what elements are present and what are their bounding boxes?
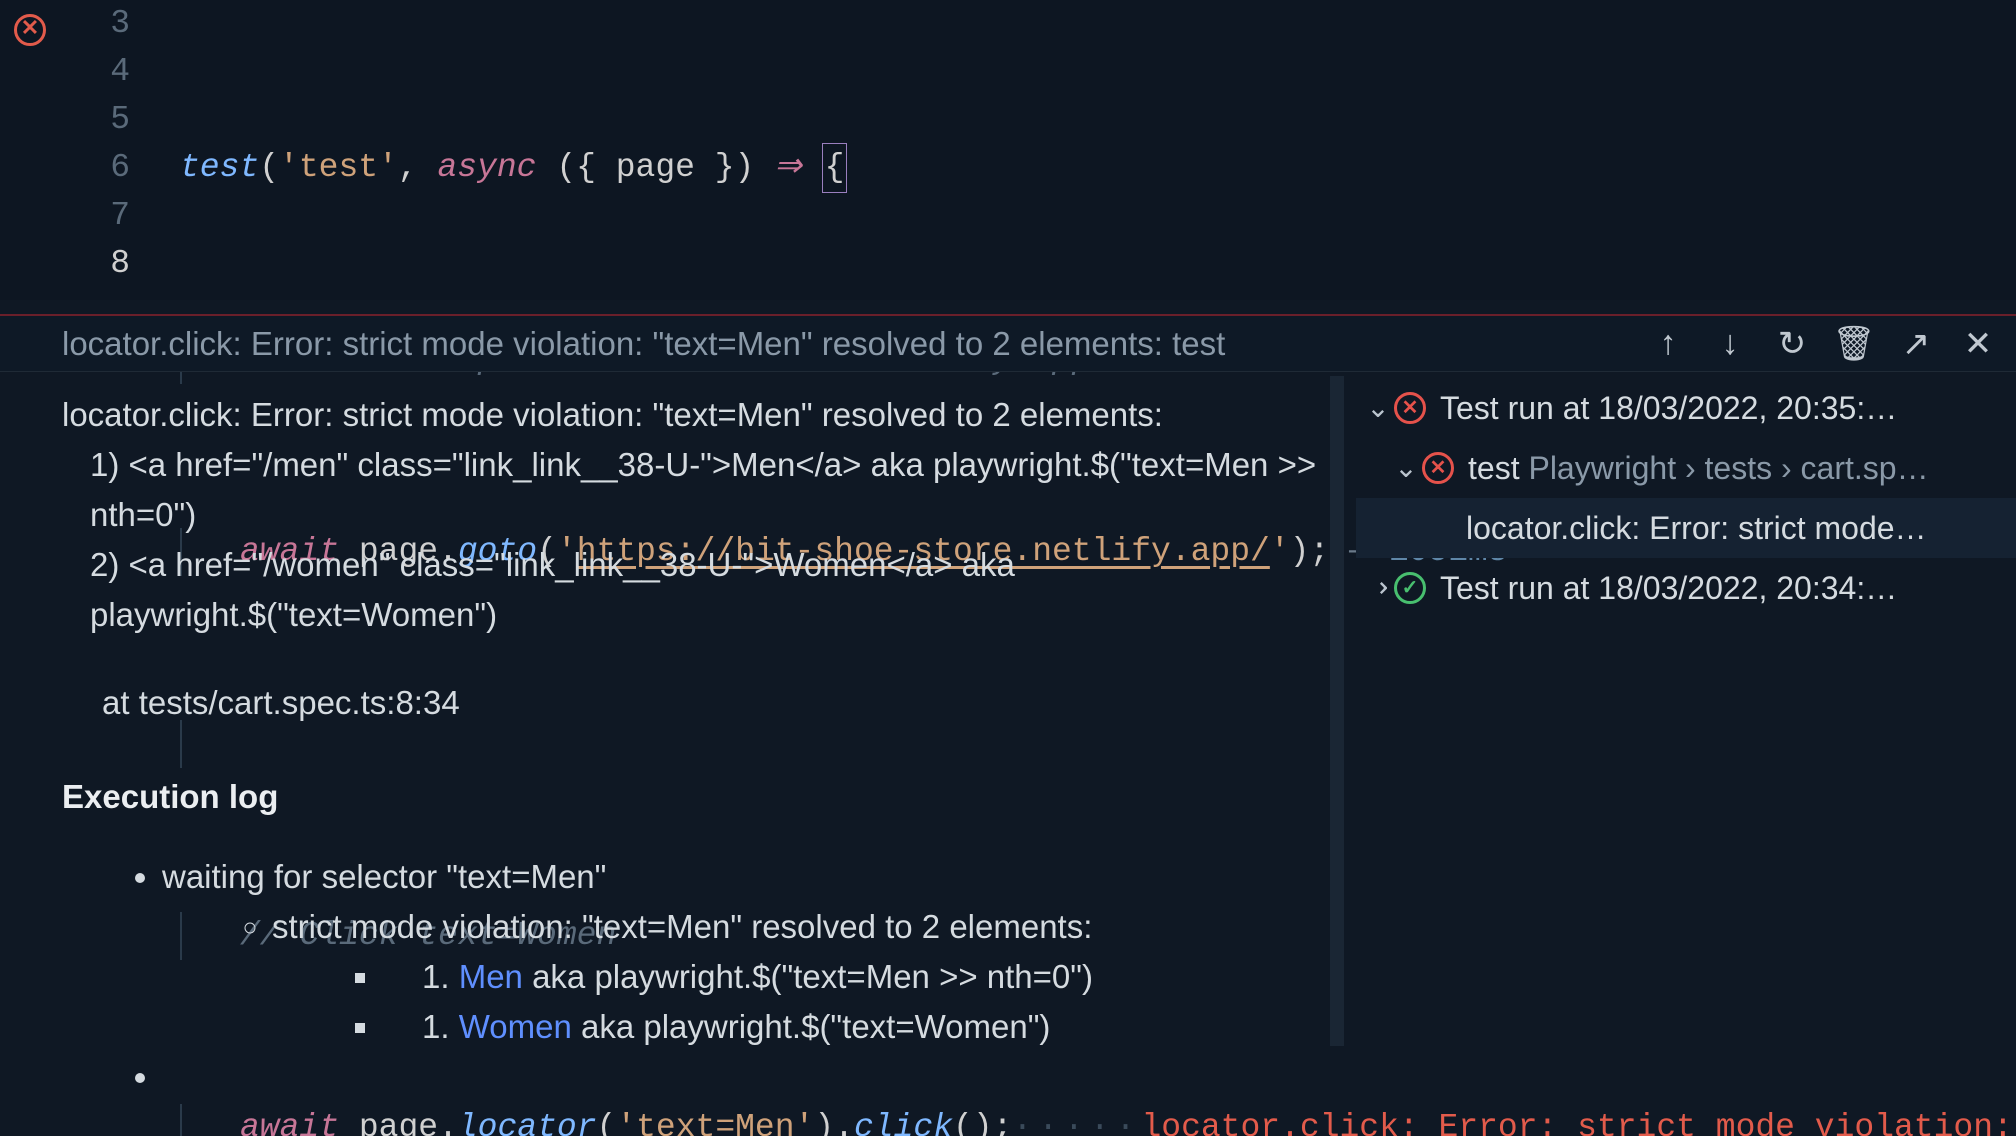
- token-var: page: [359, 1104, 438, 1136]
- line-number: 4: [110, 48, 130, 96]
- next-failure-icon[interactable]: ↓: [1710, 324, 1750, 364]
- chevron-right-icon[interactable]: ⌄: [1356, 572, 1407, 604]
- line-number-active: 8: [110, 240, 130, 288]
- token-var: page: [616, 144, 695, 192]
- execution-log-heading: Execution log: [62, 772, 1322, 822]
- error-message-line: locator.click: Error: strict mode violat…: [62, 390, 1322, 440]
- indent-guide: [180, 1104, 240, 1136]
- cursor-brace: {: [822, 143, 848, 193]
- log-item: 1. Women aka playwright.$("text=Women"): [382, 1002, 1322, 1052]
- status-fail-icon: ✕: [1394, 392, 1426, 424]
- chevron-down-icon[interactable]: ⌄: [1390, 439, 1422, 497]
- status-fail-icon: ✕: [1422, 452, 1454, 484]
- tree-error-row-selected[interactable]: locator.click: Error: strict mode…: [1356, 498, 2016, 558]
- line-number: 5: [110, 96, 130, 144]
- test-run-tree[interactable]: ⌄ ✕ Test run at 18/03/2022, 20:35:… ⌄ ✕ …: [1356, 378, 2016, 618]
- token-punct: (: [259, 144, 279, 192]
- error-details-pane[interactable]: locator.click: Error: strict mode violat…: [62, 390, 1322, 1102]
- tree-label: locator.click: Error: strict mode…: [1466, 499, 1927, 557]
- match-link-women[interactable]: Women: [459, 1008, 572, 1045]
- log-text: waiting for selector "text=Men": [162, 858, 606, 895]
- log-item-empty: [162, 1052, 1322, 1102]
- token-punct: .: [438, 1104, 458, 1136]
- token-punct: ): [814, 1104, 834, 1136]
- tree-label: Test run at 18/03/2022, 20:35:…: [1440, 379, 1897, 437]
- space: [537, 144, 557, 192]
- inline-error: locator.click: Error: strict mode violat…: [1141, 1104, 2012, 1136]
- tree-label: test Playwright › tests › cart.sp…: [1468, 439, 1929, 497]
- tree-test-row[interactable]: ⌄ ✕ test Playwright › tests › cart.sp…: [1356, 438, 2016, 498]
- log-index: 1.: [422, 1008, 459, 1045]
- log-text: strict mode violation: "text=Men" resolv…: [272, 908, 1092, 945]
- token-punct: ({: [556, 144, 615, 192]
- token-punct: }): [695, 144, 754, 192]
- token-string: 'test': [279, 144, 398, 192]
- whitespace-dots: ·····: [1012, 1104, 1141, 1136]
- space: [339, 1104, 359, 1136]
- code-line[interactable]: await page.locator('text=Men').click();·…: [180, 1104, 2013, 1136]
- code-line[interactable]: test('test', async ({ page }) ⇒ {: [180, 144, 2013, 192]
- scrollbar[interactable]: [1330, 376, 1344, 1046]
- rerun-icon[interactable]: ↻: [1772, 324, 1812, 364]
- results-panel-header: locator.click: Error: strict mode violat…: [0, 314, 2016, 372]
- chevron-down-icon[interactable]: ⌄: [1362, 379, 1394, 437]
- token-string: 'text=Men': [616, 1104, 814, 1136]
- line-number: 7: [110, 192, 130, 240]
- line-numbers: 3 4 5 6 7 8: [110, 0, 130, 288]
- token-function: locator: [458, 1104, 597, 1136]
- token-punct: (: [597, 1104, 617, 1136]
- token-function: test: [180, 144, 259, 192]
- stack-trace-line: at tests/cart.spec.ts:8:34: [62, 678, 1322, 728]
- trash-icon[interactable]: 🗑: [1834, 324, 1874, 364]
- line-number: 6: [110, 144, 130, 192]
- token-punct: .: [834, 1104, 854, 1136]
- line-number: 3: [110, 0, 130, 48]
- tree-test-name: test: [1468, 450, 1520, 486]
- error-element-2: 2) <a href="/women" class="link_link__38…: [62, 540, 1322, 640]
- tree-run-row[interactable]: ⌄ ✓ Test run at 18/03/2022, 20:34:…: [1356, 558, 2016, 618]
- token-punct: ,: [398, 144, 438, 192]
- prev-failure-icon[interactable]: ↑: [1648, 324, 1688, 364]
- results-header-text: locator.click: Error: strict mode violat…: [62, 325, 1648, 363]
- error-gutter-icon[interactable]: ✕: [14, 14, 46, 46]
- tree-run-row[interactable]: ⌄ ✕ Test run at 18/03/2022, 20:35:…: [1356, 378, 2016, 438]
- code-editor[interactable]: ✕ 3 4 5 6 7 8 test('test', async ({ page…: [0, 0, 2016, 300]
- token-function: click: [854, 1104, 953, 1136]
- execution-log-list: waiting for selector "text=Men" strict m…: [62, 852, 1322, 1102]
- gutter: ✕ 3 4 5 6 7 8: [0, 0, 150, 300]
- log-item: 1. Men aka playwright.$("text=Men >> nth…: [382, 952, 1322, 1002]
- token-punct: ();: [953, 1104, 1012, 1136]
- log-text: aka playwright.$("text=Men >> nth=0"): [523, 958, 1093, 995]
- open-external-icon[interactable]: ↗: [1896, 324, 1936, 364]
- tree-label: Test run at 18/03/2022, 20:34:…: [1440, 559, 1897, 617]
- log-text: aka playwright.$("text=Women"): [572, 1008, 1051, 1045]
- tree-test-path: Playwright › tests › cart.sp…: [1520, 450, 1929, 486]
- token-keyword: await: [240, 1104, 339, 1136]
- log-item: strict mode violation: "text=Men" resolv…: [272, 902, 1322, 1052]
- token-arrow: ⇒: [754, 144, 821, 192]
- log-item: waiting for selector "text=Men" strict m…: [162, 852, 1322, 1052]
- match-link-men[interactable]: Men: [459, 958, 523, 995]
- error-element-1: 1) <a href="/men" class="link_link__38-U…: [62, 440, 1322, 540]
- close-icon[interactable]: ✕: [1958, 324, 1998, 364]
- log-index: 1.: [422, 958, 459, 995]
- token-keyword: async: [437, 144, 536, 192]
- results-header-actions: ↑ ↓ ↻ 🗑 ↗ ✕: [1648, 324, 2016, 364]
